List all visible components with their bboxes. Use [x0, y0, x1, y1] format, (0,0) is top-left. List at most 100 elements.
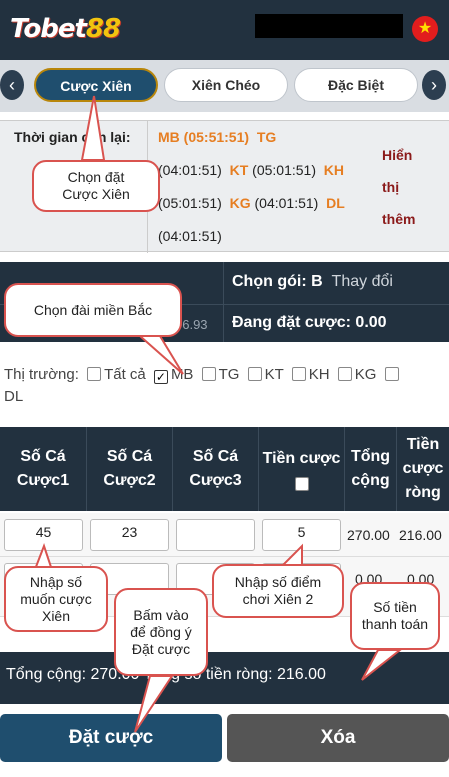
table-row: 45 23 5 270.00 216.00: [0, 513, 449, 557]
checkbox-kg[interactable]: [337, 367, 352, 381]
option-label: Tất cả: [104, 366, 146, 383]
market-label: Thị trường:: [4, 366, 79, 383]
redacted-username: [255, 14, 403, 38]
station-time-kt: (05:01:51): [252, 162, 316, 178]
callout-text: chơi Xiên 2: [242, 591, 314, 607]
chevron-right-icon[interactable]: ›: [422, 70, 446, 100]
show-more-link-1[interactable]: Hiển: [382, 147, 412, 163]
tab-xien-cheo[interactable]: Xiên Chéo: [164, 68, 288, 102]
station-code-mb: MB: [158, 129, 180, 145]
checkbox-tien-cuoc[interactable]: [295, 477, 309, 491]
option-label: MB: [170, 366, 194, 383]
station-time-kg: (04:01:51): [254, 195, 319, 211]
header-text: cộng: [351, 472, 390, 489]
option-label: KH: [308, 366, 330, 383]
header-text: Tổng: [350, 448, 391, 465]
header-so-ca-cuoc1: Số Cá Cược1: [0, 427, 87, 511]
callout-chon-cuoc-xien: Chọn đặt Cược Xiên: [32, 160, 160, 212]
header-text: Tiền cược: [262, 450, 341, 467]
market-filter: Thị trường: Tất cả ✓ MB TG KT KH KG DL: [0, 358, 449, 414]
tab-dac-biet[interactable]: Đặc Biệt: [294, 68, 418, 102]
package-selector: Chọn gói: B Thay đổi: [232, 273, 393, 291]
header-text: Cược1: [16, 472, 70, 489]
logo-number: 88: [85, 14, 121, 44]
header-text: Tiền: [406, 436, 440, 453]
place-bet-button[interactable]: Đặt cược: [0, 714, 222, 762]
clear-button[interactable]: Xóa: [227, 714, 449, 762]
header-tien-cuoc: Tiền cược: [259, 427, 345, 511]
checkbox-tat-ca[interactable]: [87, 367, 102, 381]
change-package-link[interactable]: Thay đổi: [332, 273, 393, 290]
header-so-ca-cuoc2: Số Cá Cược2: [87, 427, 173, 511]
header-text: Số Cá: [106, 448, 153, 465]
row-total: 270.00: [347, 527, 390, 543]
header-tong-cong: Tổng cộng: [345, 427, 397, 511]
station-time-kh: (05:01:51): [158, 195, 222, 211]
option-label: KT: [264, 366, 284, 383]
countdown-line-2: (04:01:51) KT (05:01:51) KH: [158, 162, 344, 178]
checkbox-dl[interactable]: [384, 367, 399, 381]
tab-cuoc-xien[interactable]: Cược Xiên: [34, 68, 158, 102]
station-time-mb: (05:51:51): [183, 129, 250, 145]
callout-text: để đồng ý: [130, 623, 192, 640]
callout-nhap-diem: Nhập số điểm chơi Xiên 2: [212, 564, 344, 618]
vietnam-flag-icon[interactable]: ★: [412, 16, 438, 42]
header-text: ròng: [405, 484, 441, 501]
callout-so-tien: Số tiền thanh toán: [350, 582, 440, 650]
station-time-dl: (04:01:51): [158, 228, 222, 244]
checkbox-kh[interactable]: [291, 367, 306, 381]
countdown-line-1: MB (05:51:51) TG: [158, 129, 276, 145]
checkbox-kt[interactable]: [247, 367, 262, 381]
row-net: 216.00: [399, 527, 442, 543]
header-so-ca-cuoc3: Số Cá Cược3: [173, 427, 259, 511]
station-code-kh: KH: [323, 162, 345, 178]
callout-text: Bấm vào: [133, 606, 189, 623]
tobet88-logo[interactable]: Tobet88: [10, 14, 121, 44]
header-text: Số Cá: [192, 448, 239, 465]
station-time-tg: (04:01:51): [158, 162, 222, 178]
header-text: cược: [402, 460, 444, 477]
callout-text: Đặt cược: [131, 640, 191, 657]
bet-type-tabs: ‹ Cược Xiên Xiên Chéo Đặc Biệt ›: [0, 60, 449, 112]
checkbox-mb[interactable]: ✓: [153, 370, 168, 384]
show-more-link-2[interactable]: thị: [382, 179, 399, 195]
station-code-kt: KT: [229, 162, 249, 178]
callout-text: Chọn đặt: [67, 169, 125, 185]
station-code-kg: KG: [229, 195, 251, 211]
callout-chon-dai: Chọn đài miền Bắc: [4, 283, 182, 337]
header-tien-cuoc-rong: Tiền cược ròng: [397, 427, 449, 511]
checkbox-tg[interactable]: [201, 367, 216, 381]
number1-input[interactable]: 45: [4, 519, 83, 551]
header-text: Cược3: [189, 472, 242, 489]
callout-text: Nhập số điểm: [234, 574, 322, 590]
callout-text: Cược Xiên: [62, 186, 130, 202]
callout-nhap-so: Nhập số muốn cược Xiên: [4, 566, 108, 632]
countdown-line-4: (04:01:51): [158, 228, 222, 244]
number3-input[interactable]: [176, 519, 255, 551]
station-code-dl: DL: [326, 195, 345, 211]
callout-text: muốn cược: [20, 590, 92, 607]
callout-text: thanh toán: [361, 616, 429, 632]
betting-amount: Đang đặt cược: 0.00: [232, 314, 387, 331]
callout-text: Nhập số: [29, 573, 83, 590]
package-label: Chọn gói:: [232, 273, 307, 290]
option-label: KG: [354, 366, 377, 383]
totals-bar: Tổng cộng: 270.00 Tổng số tiền ròng: 216…: [0, 652, 449, 704]
option-label: TG: [218, 366, 240, 383]
app-header: Tobet88 ★: [0, 0, 449, 60]
amount-input[interactable]: 5: [262, 519, 341, 551]
logo-text: Tobet: [10, 14, 87, 44]
number2-input[interactable]: 23: [90, 519, 169, 551]
callout-dong-y-dat-cuoc: Bấm vào để đồng ý Đặt cược: [114, 588, 208, 676]
header-text: Số Cá: [20, 448, 66, 465]
option-label: DL: [4, 388, 24, 405]
package-value: B: [311, 273, 323, 290]
show-more-link-3[interactable]: thêm: [382, 211, 415, 227]
station-code-tg: TG: [256, 129, 277, 145]
callout-text: Số tiền: [373, 599, 417, 615]
header-text: Cược2: [103, 472, 156, 489]
chevron-left-icon[interactable]: ‹: [0, 70, 24, 100]
callout-text: Xiên: [41, 607, 71, 624]
countdown-line-3: (05:01:51) KG (04:01:51) DL: [158, 195, 345, 211]
countdown-label: Thời gian còn lại:: [14, 129, 131, 145]
